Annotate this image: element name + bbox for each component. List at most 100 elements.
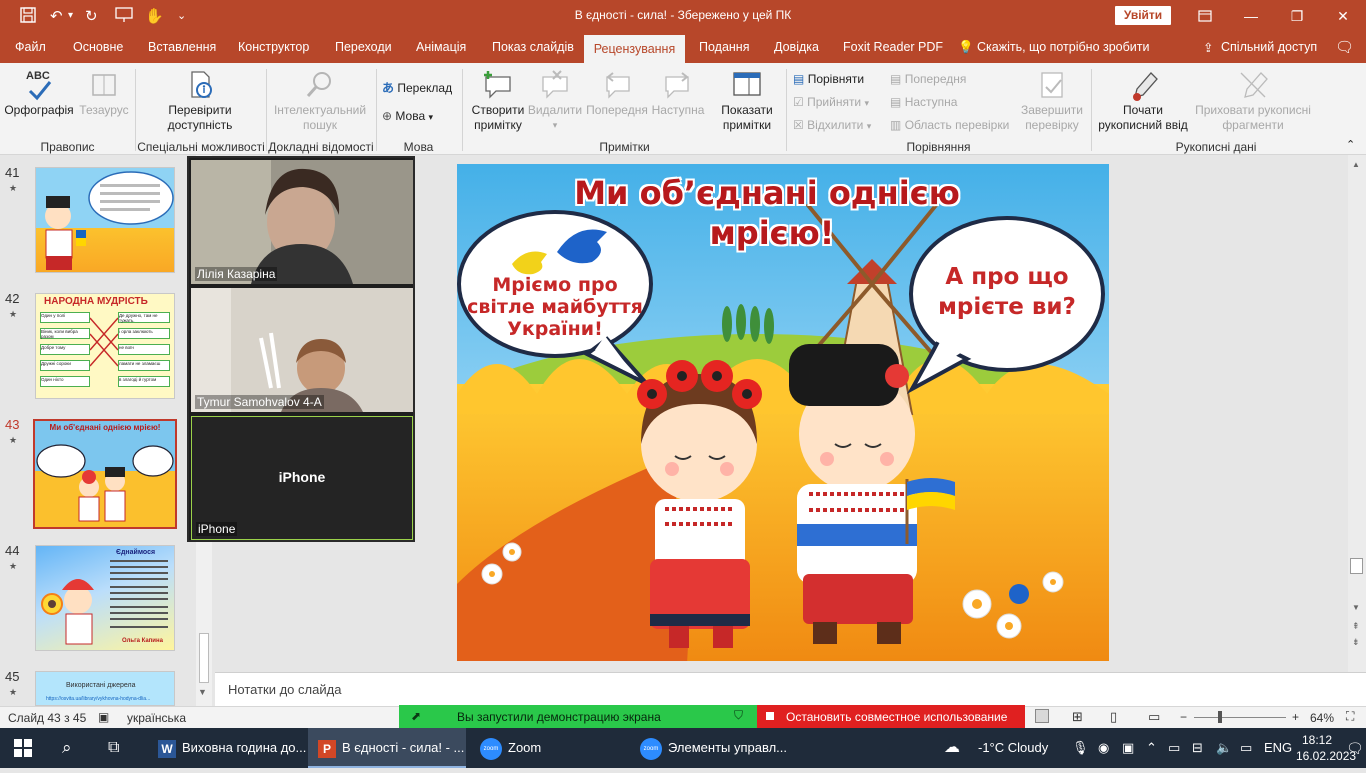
stop-sharing-button[interactable]: Остановить совместное использование xyxy=(757,705,1025,729)
taskbar-item-word[interactable]: W Виховна година до... xyxy=(150,728,306,768)
show-hidden-icons-icon[interactable]: ⌃ xyxy=(1146,728,1157,768)
undo-dropdown-icon[interactable]: ▾ xyxy=(68,10,73,21)
slide-thumbnail-43[interactable]: Ми об'єднані однією мрією! xyxy=(33,419,177,529)
restore-icon[interactable]: ❐ xyxy=(1274,0,1320,32)
zoom-video-panel[interactable]: Лілія Казаріна Tymur Samohvalov 4-А iPho… xyxy=(187,156,415,542)
scroll-down-arrow-icon[interactable]: ▼ xyxy=(1352,603,1360,612)
video-tile[interactable]: Лілія Казаріна xyxy=(191,160,413,284)
start-inking-button[interactable]: Почати рукописний ввід xyxy=(1094,69,1192,133)
zoom-slider-thumb[interactable] xyxy=(1218,711,1222,723)
battery-icon[interactable]: ▭ xyxy=(1240,728,1252,768)
compare-previous-button[interactable]: ▤ Попередня xyxy=(890,72,966,86)
delete-comment-button[interactable]: Видалити ▾ xyxy=(526,69,584,133)
spelling-button[interactable]: ABC Орфографія xyxy=(4,69,74,118)
taskbar-item-powerpoint[interactable]: P В єдності - сила! - ... xyxy=(308,728,466,768)
taskbar-item-zoom[interactable]: zoom Zoom xyxy=(472,728,622,768)
accept-button[interactable]: ☑ Прийняти ▾ xyxy=(793,95,869,109)
tab-slideshow[interactable]: Показ слайдів xyxy=(492,40,574,54)
slide-thumbnail-44[interactable]: Єднаймося Ольга Капина xyxy=(35,545,175,651)
scroll-up-arrow-icon[interactable]: ▲ xyxy=(1352,160,1360,169)
slide-thumbnail-pane[interactable]: 41 ★ 42 ★ НАРОДНА МУДРІСТЬ Один у полі В… xyxy=(0,155,215,706)
slide-thumbnail-45[interactable]: Використані джерела https://osvita.ua/li… xyxy=(35,671,175,706)
weather-cloud-icon[interactable]: ☁ xyxy=(944,728,960,768)
slide-counter[interactable]: Слайд 43 з 45 xyxy=(8,711,86,725)
show-comments-button[interactable]: Показати примітки xyxy=(712,69,782,133)
zoom-tray-icon[interactable]: ◉ xyxy=(1098,728,1109,768)
windows-start-icon[interactable] xyxy=(14,728,32,768)
scroll-down-arrow-icon[interactable]: ▼ xyxy=(198,687,207,697)
collapse-ribbon-icon[interactable]: ⌃ xyxy=(1346,138,1355,151)
video-tile-active[interactable]: iPhone iPhone xyxy=(191,416,413,540)
close-icon[interactable]: ✕ xyxy=(1320,0,1366,32)
slide-scrollbar[interactable]: ▲ ▼ ⇞ ⇟ xyxy=(1348,155,1366,672)
taskbar-item-zoom-controls[interactable]: zoom Элементы управл... xyxy=(632,728,792,768)
search-icon[interactable]: ⌕ xyxy=(62,728,72,768)
tab-insert[interactable]: Вставлення xyxy=(148,40,216,54)
share-button[interactable]: Спільний доступ xyxy=(1221,40,1317,54)
zoom-in-icon[interactable]: + xyxy=(1292,710,1299,724)
hide-ink-button[interactable]: Приховати рукописні фрагменти xyxy=(1192,69,1314,133)
normal-view-icon[interactable] xyxy=(1035,709,1049,723)
tab-file[interactable]: Файл xyxy=(15,40,46,54)
tab-transitions[interactable]: Переходи xyxy=(335,40,392,54)
previous-comment-button[interactable]: Попередня xyxy=(585,69,649,118)
tab-help[interactable]: Довідка xyxy=(774,40,819,54)
notifications-icon[interactable]: 🗨 xyxy=(1346,728,1364,768)
slide-sorter-icon[interactable]: ⊞ xyxy=(1072,709,1083,725)
proofing-icon[interactable]: ▣ xyxy=(98,710,109,724)
present-from-beginning-icon[interactable] xyxy=(115,7,133,27)
task-view-icon[interactable]: ⧉ xyxy=(108,728,119,768)
next-slide-icon[interactable]: ⇟ xyxy=(1352,637,1360,648)
tell-me-search[interactable]: Скажіть, що потрібно зробити xyxy=(977,40,1150,54)
language-status[interactable]: українська xyxy=(127,711,186,725)
video-tile[interactable]: Tymur Samohvalov 4-А xyxy=(191,288,413,412)
zoom-out-icon[interactable]: − xyxy=(1180,710,1187,724)
tab-review[interactable]: Рецензування xyxy=(584,35,685,63)
previous-slide-icon[interactable]: ⇞ xyxy=(1352,621,1360,632)
tab-design[interactable]: Конструктор xyxy=(238,40,309,54)
weather-text[interactable]: -1°C Cloudy xyxy=(978,728,1048,768)
tab-view[interactable]: Подання xyxy=(699,40,749,54)
scroll-thumb[interactable] xyxy=(199,633,209,683)
comments-icon[interactable]: 🗨 xyxy=(1335,38,1354,56)
thesaurus-button[interactable]: Тезаурус xyxy=(76,69,132,118)
slide-thumbnail-41[interactable] xyxy=(35,167,175,273)
zoom-sharing-banner[interactable]: ⬈ Вы запустили демонстрацию экрана ⛉ xyxy=(399,705,757,729)
scroll-thumb[interactable] xyxy=(1350,558,1363,574)
tab-foxit[interactable]: Foxit Reader PDF xyxy=(843,40,943,54)
zoom-level[interactable]: 64% xyxy=(1310,711,1334,725)
smart-lookup-button[interactable]: Інтелектуальний пошук xyxy=(270,69,370,133)
compare-button[interactable]: ▤ Порівняти xyxy=(793,72,864,86)
language-button[interactable]: ⊕ Мова ▾ xyxy=(382,109,433,123)
tab-animations[interactable]: Анімація xyxy=(416,40,466,54)
touch-mode-icon[interactable]: ✋ xyxy=(145,7,164,25)
minimize-icon[interactable]: — xyxy=(1228,0,1274,32)
volume-icon[interactable]: 🔈 xyxy=(1216,728,1232,768)
new-comment-button[interactable]: Створити примітку xyxy=(466,69,530,133)
save-icon[interactable] xyxy=(20,7,36,27)
check-accessibility-button[interactable]: Перевірити доступність xyxy=(150,69,250,133)
reading-view-icon[interactable]: ▯ xyxy=(1110,709,1117,725)
undo-icon[interactable]: ↶ xyxy=(50,7,63,25)
zoom-slider[interactable] xyxy=(1194,717,1286,718)
redo-icon[interactable]: ↻ xyxy=(85,7,98,25)
ribbon-display-options-icon[interactable] xyxy=(1182,0,1228,32)
network-icon[interactable]: ⊟ xyxy=(1192,728,1203,768)
fit-slide-icon[interactable]: ⛶ xyxy=(1346,709,1354,724)
reject-button[interactable]: ☒ Відхилити ▾ xyxy=(793,118,871,132)
next-comment-button[interactable]: Наступна xyxy=(649,69,707,118)
input-language[interactable]: ENG xyxy=(1264,728,1292,768)
signin-button[interactable]: Увійти xyxy=(1115,6,1171,25)
compare-next-button[interactable]: ▤ Наступна xyxy=(890,95,957,109)
current-slide[interactable]: Ми об’єднані однією мрією! Мріємо про св… xyxy=(457,164,1109,661)
slide-thumbnail-42[interactable]: НАРОДНА МУДРІСТЬ Один у полі Віник, коли… xyxy=(35,293,175,399)
tray-app-icon[interactable]: ▣ xyxy=(1122,728,1134,768)
microphone-icon[interactable]: 🎙 xyxy=(1072,728,1089,768)
tray-icon[interactable]: ▭ xyxy=(1168,728,1180,768)
tab-home[interactable]: Основне xyxy=(73,40,123,54)
translate-button[interactable]: あ Переклад xyxy=(382,79,452,96)
slideshow-icon[interactable]: ▭ xyxy=(1148,709,1160,725)
notes-pane[interactable]: Нотатки до слайда xyxy=(215,672,1366,706)
notes-placeholder[interactable]: Нотатки до слайда xyxy=(228,682,341,697)
end-review-button[interactable]: Завершити перевірку xyxy=(1016,69,1088,133)
